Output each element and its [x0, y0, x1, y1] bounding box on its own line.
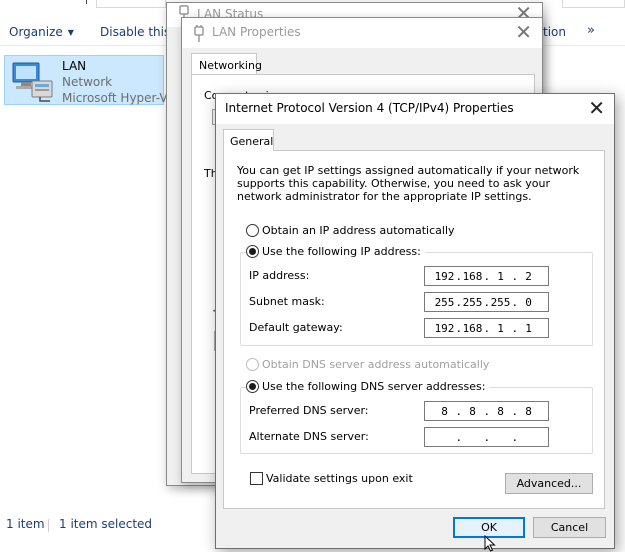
subnet-octet: 255	[434, 295, 455, 309]
connection-name: LAN	[62, 59, 87, 73]
subnet-octet: 255	[490, 295, 511, 309]
default-gateway-label: Default gateway:	[249, 321, 343, 334]
default-gateway-input[interactable]: 192. 168. 1. 1	[424, 318, 549, 338]
chevron-down-icon: ▼	[67, 28, 74, 37]
tab-networking[interactable]: Networking	[191, 53, 262, 75]
dns-octet: 8	[441, 404, 448, 418]
ip-address-label: IP address:	[249, 269, 310, 282]
ip-octet: 168	[462, 269, 483, 283]
up-arrow-icon[interactable]: ↑	[82, 0, 91, 7]
ipv4-close-icon[interactable]: ✕	[588, 96, 605, 120]
subnet-octet: 255	[462, 295, 483, 309]
use-following-ip-radio[interactable]: Use the following IP address:	[246, 245, 425, 258]
organize-label: Organize	[9, 25, 63, 39]
connection-adapter: Microsoft Hyper-V N	[62, 91, 181, 105]
obtain-ip-auto-label: Obtain an IP address automatically	[262, 224, 455, 237]
intro-text: You can get IP settings assigned automat…	[237, 164, 580, 203]
dns-octet: 8	[497, 404, 504, 418]
use-following-ip-label: Use the following IP address:	[262, 245, 421, 258]
network-adapter-icon	[12, 62, 53, 102]
ip-address-input[interactable]: 192. 168. 1. 2	[424, 266, 549, 286]
mouse-pointer-icon	[484, 535, 496, 552]
cancel-button[interactable]: Cancel	[533, 517, 606, 538]
advanced-button[interactable]: Advanced...	[505, 473, 593, 494]
search-box[interactable]	[562, 0, 625, 8]
more-commands-button[interactable]: »	[587, 23, 595, 38]
obtain-dns-auto-radio[interactable]: Obtain DNS server address automatically	[246, 358, 494, 371]
address-bar[interactable]	[96, 0, 166, 8]
status-divider	[48, 519, 49, 532]
use-following-dns-label: Use the following DNS server addresses:	[262, 380, 486, 393]
ipv4-titlebar[interactable]: Internet Protocol Version 4 (TCP/IPv4) P…	[216, 94, 614, 124]
item-count: 1 item	[6, 517, 45, 531]
toolbar-fragment[interactable]: tion	[543, 25, 566, 39]
preferred-dns-input[interactable]: 8. 8. 8. 8	[424, 401, 549, 421]
gateway-octet: 168	[462, 321, 483, 335]
tab-general[interactable]: General	[223, 129, 274, 151]
dns-octet: 8	[469, 404, 476, 418]
preferred-dns-label: Preferred DNS server:	[249, 404, 369, 417]
ipv4-dialog-title: Internet Protocol Version 4 (TCP/IPv4) P…	[225, 101, 514, 115]
lan-properties-title: LAN Properties	[212, 25, 301, 39]
connection-type: Network	[62, 75, 113, 89]
ip-octet: 2	[525, 269, 532, 283]
obtain-ip-auto-radio[interactable]: Obtain an IP address automatically	[246, 224, 459, 237]
gateway-octet: 1	[525, 321, 532, 335]
network-connection-item[interactable]: LAN Network Microsoft Hyper-V N	[4, 55, 180, 105]
obtain-dns-auto-label: Obtain DNS server address automatically	[262, 358, 490, 371]
gateway-octet: 1	[497, 321, 504, 335]
radio-indicator	[246, 224, 259, 237]
radio-indicator	[246, 358, 259, 371]
radio-indicator	[246, 380, 259, 393]
validate-label: Validate settings upon exit	[266, 472, 413, 485]
network-item-text: LAN Network Microsoft Hyper-V N	[62, 58, 180, 106]
ip-octet: 1	[497, 269, 504, 283]
radio-indicator	[246, 245, 259, 258]
alternate-dns-input[interactable]: . . .	[424, 427, 549, 447]
alternate-dns-label: Alternate DNS server:	[249, 430, 369, 443]
use-following-dns-radio[interactable]: Use the following DNS server addresses:	[246, 380, 490, 393]
dns-octet: 8	[525, 404, 532, 418]
lan-properties-close-icon[interactable]: ✕	[515, 20, 532, 44]
lan-properties-titlebar[interactable]: LAN Properties ✕	[182, 18, 542, 48]
gateway-octet: 192	[434, 321, 455, 335]
subnet-mask-input[interactable]: 255. 255. 255. 0	[424, 292, 549, 312]
validate-checkbox[interactable]	[250, 472, 263, 485]
ip-octet: 192	[434, 269, 455, 283]
organize-menu[interactable]: Organize ▼	[9, 25, 74, 39]
selection-count: 1 item selected	[59, 517, 153, 531]
plug-icon	[194, 25, 204, 42]
subnet-octet: 0	[525, 295, 532, 309]
subnet-mask-label: Subnet mask:	[249, 295, 325, 308]
